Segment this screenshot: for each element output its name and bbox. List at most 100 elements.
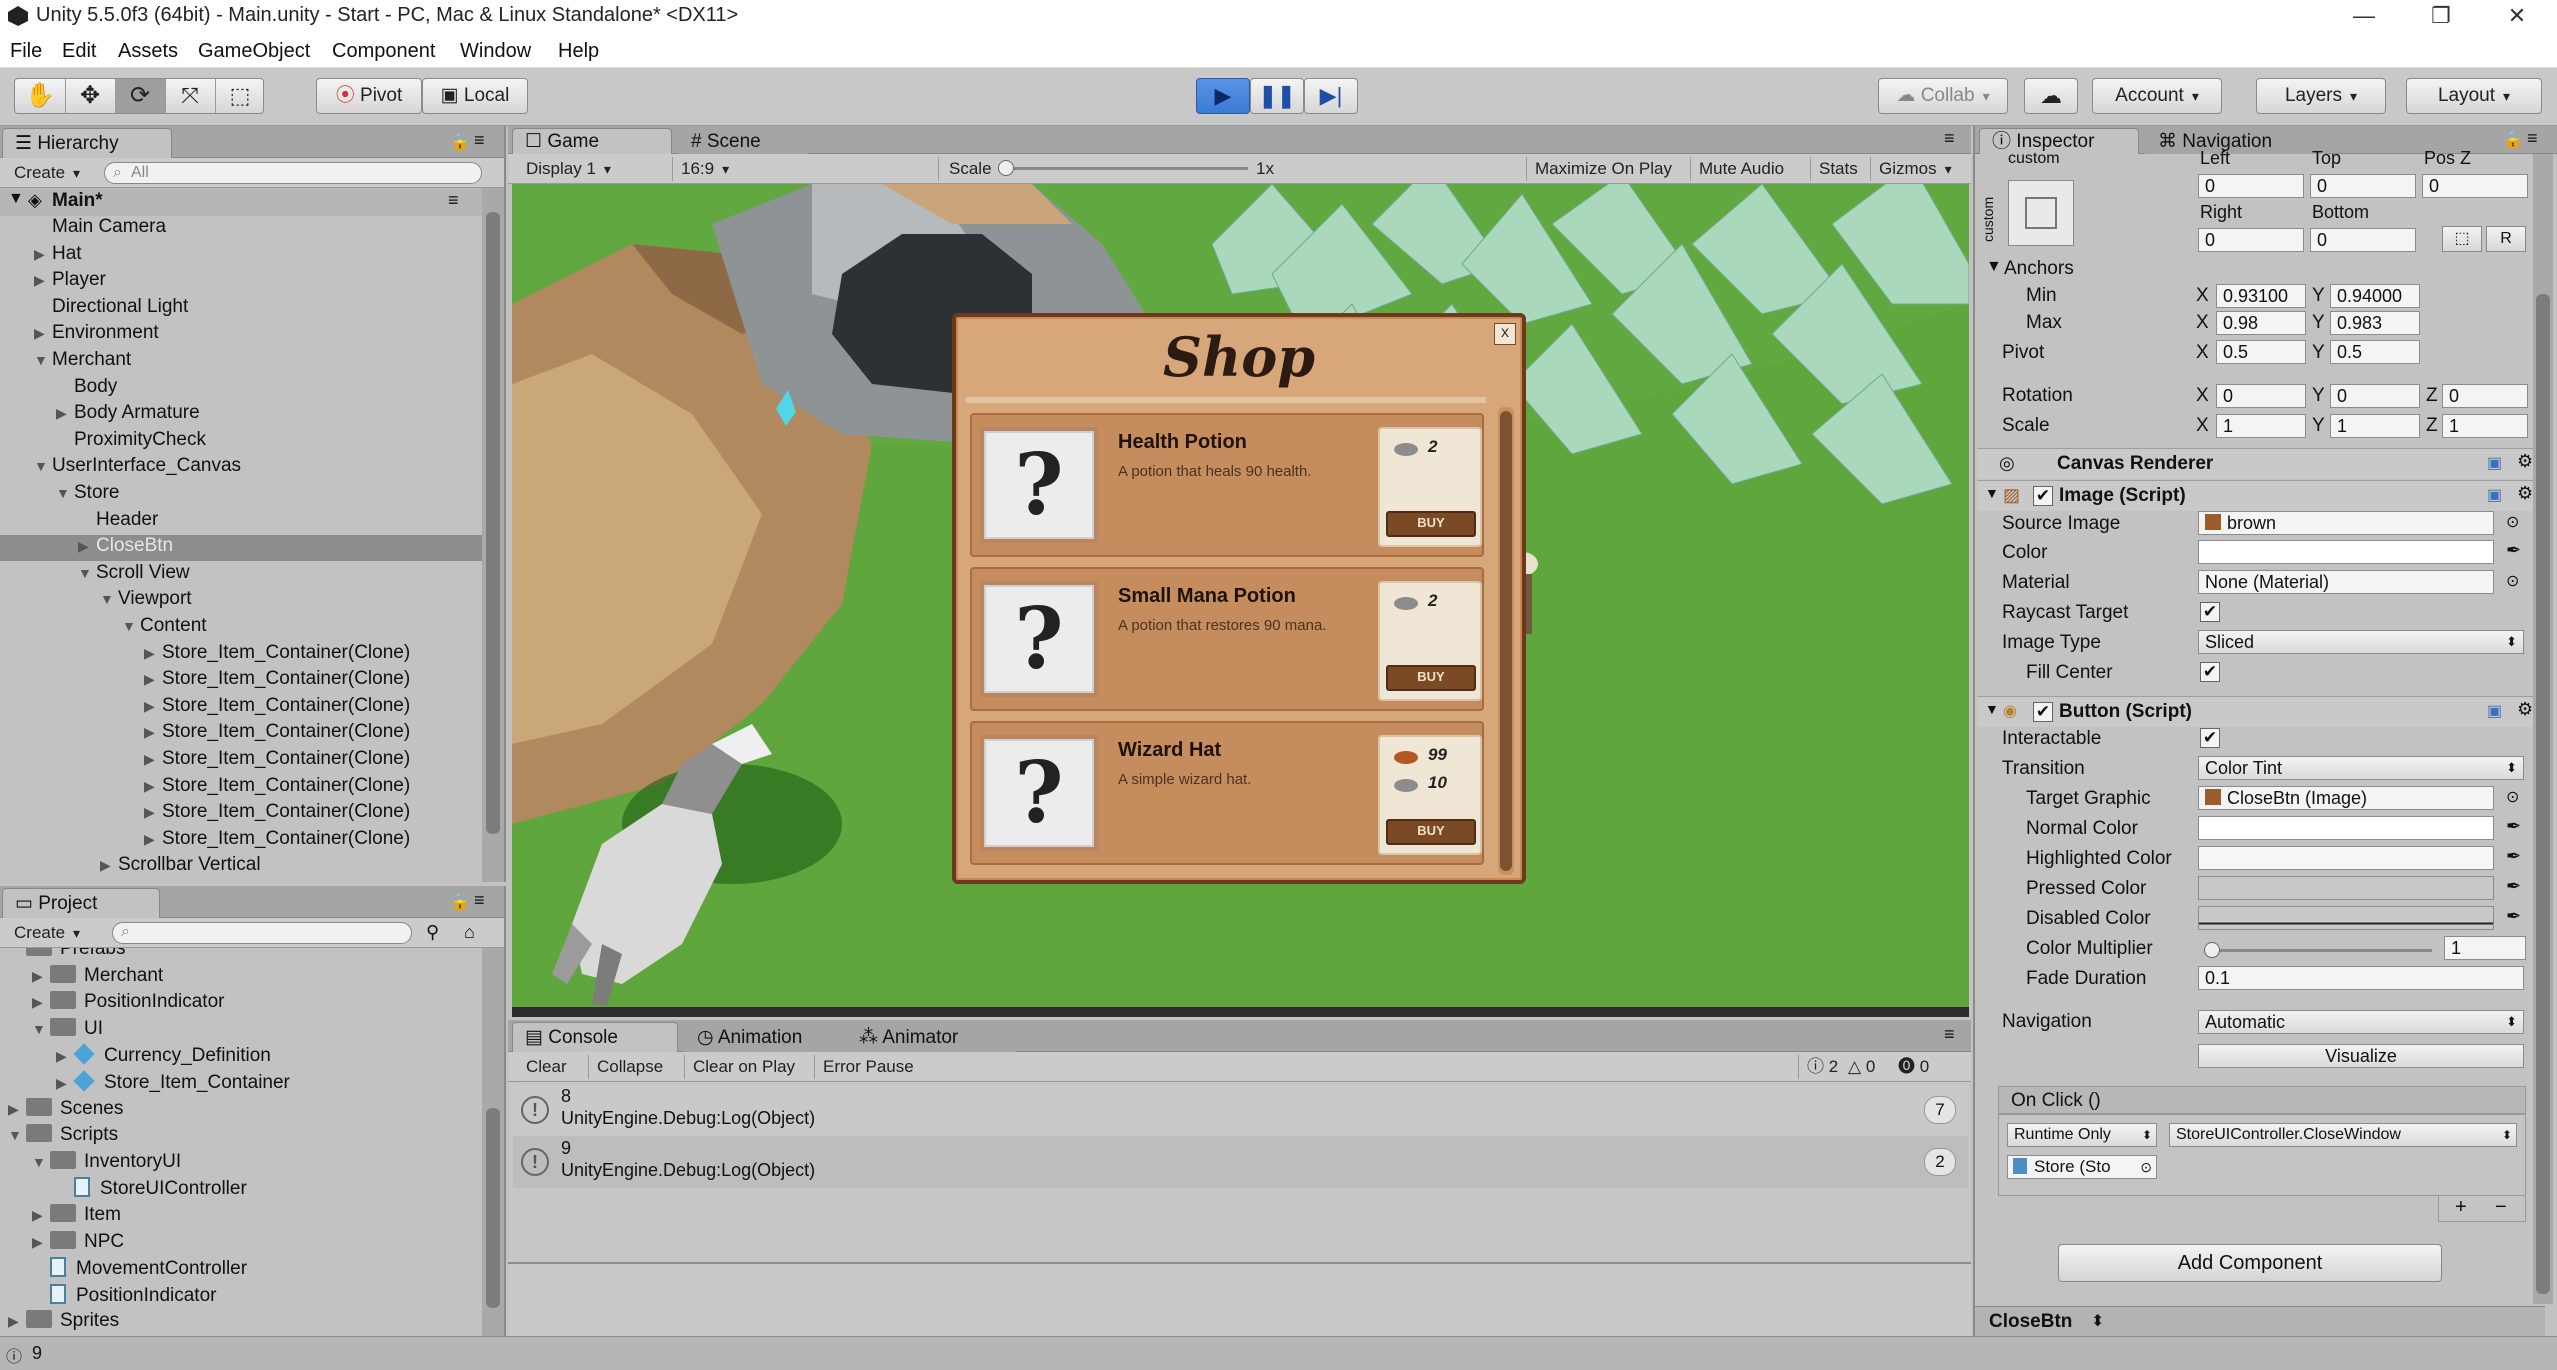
tab-project[interactable]: ▭ Project [2,888,160,918]
expand-arrow-icon[interactable]: ▶ [32,1207,50,1224]
eyedropper-icon[interactable]: ✒ [2506,906,2521,927]
expand-arrow-icon[interactable]: ▶ [32,994,50,1011]
expand-arrow-icon[interactable]: ▼ [56,485,74,501]
shop-close-button[interactable]: x [1494,323,1516,345]
project-item[interactable]: ▶ Sprites [0,1310,119,1336]
scale-y-field[interactable]: 1 [2330,414,2420,438]
hierarchy-scroll-thumb[interactable] [486,212,500,834]
expand-arrow-icon[interactable]: ▶ [8,1101,26,1118]
warning-count-toggle[interactable]: △ 0 [1848,1055,1875,1079]
runtime-dropdown[interactable]: Runtime Only ⬍ [2007,1123,2157,1147]
hierarchy-item[interactable]: Directional Light [0,296,482,322]
panel-menu-icon[interactable]: ≡ [2527,128,2538,149]
hierarchy-item[interactable]: ▶ Store_Item_Container(Clone) [0,775,482,801]
fade-duration-field[interactable]: 0.1 [2198,966,2524,990]
menu-edit[interactable]: Edit [62,40,96,63]
stats-toggle[interactable]: Stats [1810,157,1858,181]
color-multiplier-thumb[interactable] [2204,942,2220,958]
hierarchy-item[interactable]: ▶ CloseBtn [0,535,482,562]
scale-x-field[interactable]: 1 [2216,414,2306,438]
panel-menu-icon[interactable]: ≡ [474,890,485,911]
expand-arrow-icon[interactable]: ▼ [32,1021,50,1037]
anchor-presets-button[interactable] [2008,180,2074,246]
right-field[interactable]: 0 [2198,228,2304,252]
panel-menu-icon[interactable]: ≡ [474,130,485,151]
expand-arrow-icon[interactable]: ▼ [34,458,52,474]
min-y-field[interactable]: 0.94000 [2330,284,2420,308]
menu-assets[interactable]: Assets [118,40,178,63]
expand-arrow-icon[interactable]: ▶ [56,405,74,422]
expand-arrow-icon[interactable]: ▶ [144,724,162,741]
project-item[interactable]: ▼ InventoryUI [0,1150,181,1177]
hierarchy-item[interactable]: ▶ Body Armature [0,402,482,428]
pivot-x-field[interactable]: 0.5 [2216,340,2306,364]
layout-dropdown[interactable]: Layout [2406,78,2542,114]
expand-arrow-icon[interactable]: ▶ [56,1075,74,1092]
scene-header[interactable]: ▼ ◈ Main* ≡ [0,188,482,216]
scale-z-field[interactable]: 1 [2442,414,2528,438]
expand-arrow-icon[interactable]: ▶ [32,968,50,985]
button-script-header[interactable]: ▼ ◉ ✔ Button (Script) ▣ ⚙ [1977,696,2550,727]
expand-arrow-icon[interactable]: ▶ [78,538,96,555]
gear-icon[interactable]: ⚙ [2517,483,2533,504]
hierarchy-item[interactable]: ▶ Player [0,269,482,295]
image-script-header[interactable]: ▼ ▨ ✔ Image (Script) ▣ ⚙ [1977,480,2550,511]
interactable-checkbox[interactable]: ✔ [2200,728,2220,748]
source-image-field[interactable]: brown [2198,511,2494,535]
project-scroll-thumb[interactable] [486,1108,500,1308]
max-x-field[interactable]: 0.98 [2216,311,2306,335]
add-component-button[interactable]: Add Component [2058,1244,2442,1282]
gear-icon[interactable]: ⚙ [2517,451,2533,472]
hierarchy-item[interactable]: Body [0,376,482,402]
rect-tool-icon[interactable]: ⬚ [215,79,265,113]
expand-arrow-icon[interactable]: ▶ [144,778,162,795]
menu-file[interactable]: File [10,40,42,63]
image-type-dropdown[interactable]: Sliced ⬍ [2198,630,2524,654]
local-button[interactable]: ▣ Local [422,78,528,114]
expand-arrow-icon[interactable]: ▶ [144,804,162,821]
method-dropdown[interactable]: StoreUIController.CloseWindow ⬍ [2169,1123,2517,1147]
menu-window[interactable]: Window [460,40,531,63]
eyedropper-icon[interactable]: ✒ [2506,816,2521,837]
display-dropdown[interactable]: Display 1 [526,157,656,181]
expand-arrow-icon[interactable]: ▶ [32,1234,50,1251]
blueprint-mode-icon[interactable]: ⬚ [2442,226,2482,252]
project-item[interactable]: StoreUIController [0,1177,247,1203]
buy-button[interactable]: BUY [1386,511,1476,537]
close-window-button[interactable]: ✕ [2480,0,2554,34]
console-collapse-button[interactable]: Collapse [588,1055,663,1079]
project-scrollbar[interactable] [482,948,504,1336]
hierarchy-item[interactable]: ▶ Hat [0,243,482,269]
hierarchy-create-dropdown[interactable]: Create [14,161,80,185]
eyedropper-icon[interactable]: ✒ [2506,540,2521,561]
tab-navigation[interactable]: ⌘ Navigation [2145,128,2325,154]
layers-dropdown[interactable]: Layers [2256,78,2386,114]
console-clear-on-play-button[interactable]: Clear on Play [684,1055,795,1079]
hierarchy-item[interactable]: ▶ Scrollbar Vertical [0,854,482,876]
hierarchy-item[interactable]: ▶ Store_Item_Container(Clone) [0,748,482,774]
filter-label-icon[interactable]: ⌂ [464,922,475,943]
project-item[interactable]: MovementController [0,1257,247,1283]
navigation-dropdown[interactable]: Automatic ⬍ [2198,1010,2524,1034]
panel-menu-icon[interactable]: ≡ [1944,1024,1955,1045]
error-count-toggle[interactable]: ⓿ 0 [1898,1055,1929,1079]
account-dropdown[interactable]: Account [2092,78,2222,114]
project-item[interactable]: PositionIndicator [0,1283,216,1310]
expand-arrow-icon[interactable]: ▼ [1985,485,1999,501]
color-swatch[interactable] [2198,540,2494,564]
panel-menu-icon[interactable]: ≡ [1944,128,1955,149]
add-icon[interactable]: + [2455,1196,2467,1219]
max-y-field[interactable]: 0.983 [2330,311,2420,335]
expand-arrow-icon[interactable]: ▶ [144,831,162,848]
hierarchy-item[interactable]: ▼ Content [0,615,482,641]
expand-arrow-icon[interactable]: ▶ [144,645,162,662]
pivot-button[interactable]: ⦿ Pivot [316,78,422,114]
object-picker-icon[interactable]: ⊙ [2506,571,2519,591]
cloud-button[interactable]: ☁ [2024,78,2078,114]
project-item[interactable]: Prefabs [0,948,125,964]
normal-color-swatch[interactable] [2198,816,2494,840]
expand-arrow-icon[interactable]: ▼ [32,1154,50,1170]
tab-console[interactable]: ▤ Console [512,1022,678,1052]
expand-arrow-icon[interactable]: ▶ [34,272,52,289]
hand-tool-icon[interactable]: ✋ [15,79,66,113]
